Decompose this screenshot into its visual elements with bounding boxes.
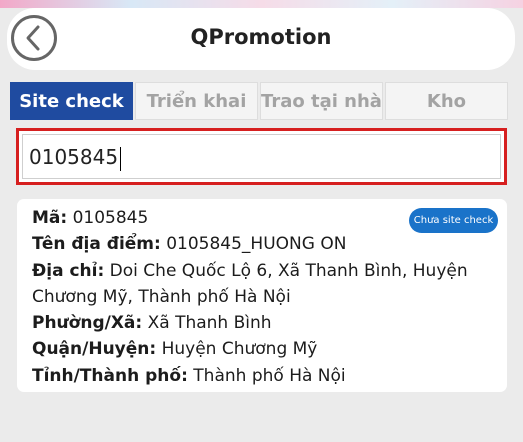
field-label: Mã: <box>32 208 68 228</box>
field-value: 0105845_HUONG ON <box>160 234 347 255</box>
field-quan-huyen: Quận/Huyện: Huyện Chương Mỹ <box>32 336 492 362</box>
field-dia-chi: Địa chỉ: Doi Che Quốc Lộ 6, Xã Thanh Bìn… <box>32 258 492 311</box>
result-card[interactable]: Chưa site check Mã: 0105845 Tên địa điểm… <box>17 199 507 392</box>
tab-kho[interactable]: Kho <box>385 82 508 120</box>
field-phuong-xa: Phường/Xã: Xã Thanh Bình <box>32 310 492 336</box>
field-ma: Mã: 0105845 <box>32 205 492 231</box>
tab-trien-khai[interactable]: Triển khai <box>135 82 258 120</box>
text-caret <box>120 147 121 171</box>
site-info: Mã: 0105845 Tên địa điểm: 0105845_HUONG … <box>32 205 492 389</box>
field-ten-dia-diem: Tên địa điểm: 0105845_HUONG ON <box>32 231 492 257</box>
tab-site-check[interactable]: Site check <box>10 82 133 120</box>
decorative-top-strip <box>0 0 523 8</box>
field-tinh-thanh-pho: Tỉnh/Thành phố: Thành phố Hà Nội <box>32 363 492 389</box>
field-value: 0105845 <box>67 208 149 228</box>
search-input[interactable] <box>22 134 501 179</box>
field-label: Phường/Xã: <box>32 313 143 334</box>
tab-bar: Site check Triển khai Trao tại nhà Kho <box>10 82 508 120</box>
field-value: Xã Thanh Bình <box>142 313 272 334</box>
app-header: QPromotion <box>7 8 515 70</box>
page-title: QPromotion <box>190 25 332 49</box>
field-value: Thành phố Hà Nội <box>187 365 346 386</box>
field-label: Quận/Huyện: <box>32 339 157 360</box>
tab-trao-tai-nha[interactable]: Trao tại nhà <box>260 82 383 120</box>
field-label: Tên địa điểm: <box>32 234 161 255</box>
search-highlight-frame <box>16 128 507 185</box>
field-label: Địa chỉ: <box>32 260 105 281</box>
field-label: Tỉnh/Thành phố: <box>32 365 188 386</box>
field-value: Huyện Chương Mỹ <box>156 339 318 360</box>
